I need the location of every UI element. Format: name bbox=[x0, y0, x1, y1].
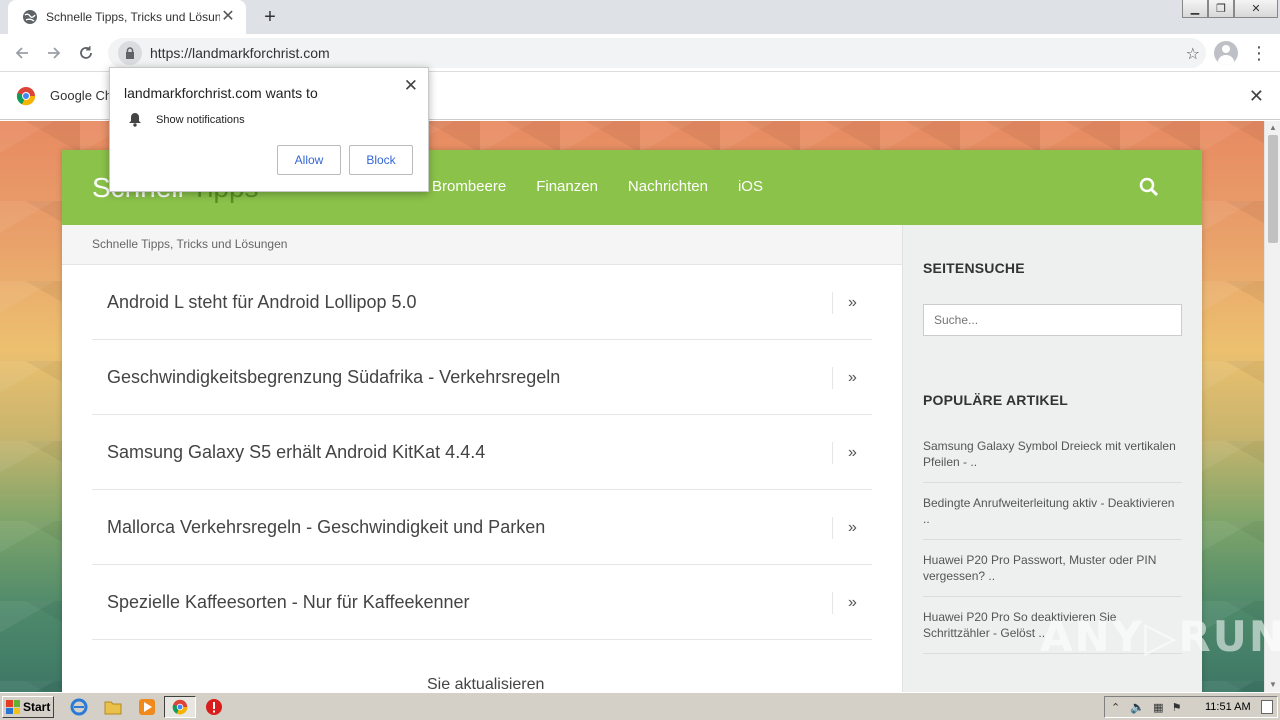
site-nav: Brombeere Finanzen Nachrichten iOS bbox=[432, 178, 763, 195]
permission-label: Show notifications bbox=[156, 113, 245, 126]
taskbar-chrome-button[interactable] bbox=[164, 696, 196, 718]
sidebar-search-input[interactable] bbox=[923, 304, 1182, 336]
article-title[interactable]: Spezielle Kaffeesorten - Nur für Kaffeek… bbox=[107, 592, 470, 613]
address-bar[interactable]: https://landmarkforchrist.com ☆ bbox=[108, 38, 1206, 68]
action-center-flag-icon[interactable]: ⚑ bbox=[1172, 701, 1182, 714]
popup-close-icon[interactable]: ✕ bbox=[404, 76, 418, 96]
double-chevron-right-icon[interactable]: » bbox=[832, 442, 872, 464]
close-window-button[interactable]: ✕ bbox=[1234, 0, 1278, 18]
forward-button[interactable] bbox=[42, 41, 66, 65]
list-tail-text: Sie aktualisieren bbox=[427, 676, 545, 692]
taskbar: Start ⌃ 🔈 ▦ ⚑ 11:51 AM bbox=[0, 692, 1280, 720]
window-controls: ▁ ❐ ✕ bbox=[1182, 0, 1278, 18]
reload-button[interactable] bbox=[74, 41, 98, 65]
list-item[interactable]: Geschwindigkeitsbegrenzung Südafrika - V… bbox=[92, 340, 872, 415]
popular-article-link[interactable]: Bedingte Anrufweiterleitung aktiv - Deak… bbox=[923, 483, 1182, 540]
nav-link-nachrichten[interactable]: Nachrichten bbox=[628, 178, 708, 195]
taskbar-clock[interactable]: 11:51 AM bbox=[1205, 701, 1251, 713]
watermark-logo: ANY▷RUN bbox=[1040, 612, 1280, 661]
chrome-logo-icon bbox=[16, 86, 36, 105]
volume-icon[interactable]: 🔈 bbox=[1130, 700, 1145, 714]
article-title[interactable]: Samsung Galaxy S5 erhält Android KitKat … bbox=[107, 442, 485, 463]
profile-avatar-icon[interactable] bbox=[1214, 41, 1238, 65]
tab-strip: Schnelle Tipps, Tricks und Lösungen ✕ + … bbox=[0, 0, 1280, 34]
bookmark-star-icon[interactable]: ☆ bbox=[1186, 44, 1200, 64]
network-icon[interactable]: ▦ bbox=[1153, 701, 1163, 714]
allow-button[interactable]: Allow bbox=[277, 145, 341, 175]
scroll-up-icon[interactable]: ▲ bbox=[1265, 121, 1280, 135]
nav-link-ios[interactable]: iOS bbox=[738, 178, 763, 195]
double-chevron-right-icon[interactable]: » bbox=[832, 292, 872, 314]
info-bar-text: Google Ch bbox=[50, 88, 113, 103]
list-item[interactable]: Samsung Galaxy S5 erhält Android KitKat … bbox=[92, 415, 872, 490]
scroll-thumb[interactable] bbox=[1268, 135, 1278, 243]
show-desktop-icon[interactable] bbox=[1261, 700, 1273, 714]
folder-icon[interactable] bbox=[104, 698, 122, 716]
notification-permission-popup: landmarkforchrist.com wants to ✕ Show no… bbox=[109, 67, 429, 192]
popup-title: landmarkforchrist.com wants to bbox=[124, 85, 318, 101]
tab-title: Schnelle Tipps, Tricks und Lösungen bbox=[46, 10, 220, 24]
bell-icon bbox=[129, 113, 141, 127]
block-button[interactable]: Block bbox=[349, 145, 413, 175]
page-viewport: Schnell Tipps Brombeere Finanzen Nachric… bbox=[0, 121, 1264, 692]
double-chevron-right-icon[interactable]: » bbox=[832, 367, 872, 389]
tab-close-icon[interactable]: ✕ bbox=[220, 9, 236, 25]
double-chevron-right-icon[interactable]: » bbox=[832, 592, 872, 614]
site-container: Schnell Tipps Brombeere Finanzen Nachric… bbox=[62, 150, 1202, 692]
url-text: https://landmarkforchrist.com bbox=[150, 45, 330, 61]
popular-article-link[interactable]: Huawei P20 Pro Passwort, Muster oder PIN… bbox=[923, 540, 1182, 597]
scroll-down-icon[interactable]: ▼ bbox=[1265, 678, 1280, 692]
page-scrollbar[interactable]: ▲ ▼ bbox=[1264, 121, 1280, 692]
chrome-icon bbox=[172, 699, 188, 715]
article-title[interactable]: Geschwindigkeitsbegrenzung Südafrika - V… bbox=[107, 367, 560, 388]
new-tab-button[interactable]: + bbox=[258, 6, 282, 28]
lock-icon[interactable] bbox=[118, 41, 142, 65]
reload-icon bbox=[80, 46, 92, 59]
globe-icon bbox=[22, 9, 38, 25]
media-player-icon[interactable] bbox=[138, 698, 156, 716]
minimize-button[interactable]: ▁ bbox=[1182, 0, 1208, 18]
restore-button[interactable]: ❐ bbox=[1208, 0, 1234, 18]
double-chevron-right-icon[interactable]: » bbox=[832, 517, 872, 539]
arrow-left-icon bbox=[15, 47, 28, 59]
article-title[interactable]: Android L steht für Android Lollipop 5.0 bbox=[107, 292, 417, 313]
start-button[interactable]: Start bbox=[2, 696, 54, 718]
popular-article-link[interactable]: Samsung Galaxy Symbol Dreieck mit vertik… bbox=[923, 426, 1182, 483]
menu-dots-icon[interactable]: ⋮ bbox=[1250, 41, 1268, 65]
browser-tab[interactable]: Schnelle Tipps, Tricks und Lösungen ✕ bbox=[8, 0, 246, 34]
back-button[interactable] bbox=[10, 41, 34, 65]
list-item[interactable]: Android L steht für Android Lollipop 5.0… bbox=[92, 265, 872, 340]
tray-expand-icon[interactable]: ⌃ bbox=[1111, 701, 1120, 714]
info-bar-close-icon[interactable]: ✕ bbox=[1249, 86, 1264, 107]
arrow-right-icon bbox=[48, 47, 61, 59]
security-alert-icon[interactable] bbox=[205, 698, 223, 716]
system-tray: ⌃ 🔈 ▦ ⚑ 11:51 AM bbox=[1104, 696, 1278, 718]
permission-row: Show notifications bbox=[128, 112, 245, 127]
list-item[interactable]: Spezielle Kaffeesorten - Nur für Kaffeek… bbox=[92, 565, 872, 640]
internet-explorer-icon[interactable] bbox=[70, 698, 88, 716]
sidebar-search-heading: SEITENSUCHE bbox=[923, 260, 1025, 276]
breadcrumb: Schnelle Tipps, Tricks und Lösungen bbox=[62, 225, 902, 265]
popular-articles-heading: POPULÄRE ARTIKEL bbox=[923, 392, 1069, 408]
windows-flag-icon bbox=[6, 700, 20, 714]
article-title[interactable]: Mallorca Verkehrsregeln - Geschwindigkei… bbox=[107, 517, 545, 538]
start-label: Start bbox=[23, 700, 51, 714]
nav-link-brombeere[interactable]: Brombeere bbox=[432, 178, 506, 195]
nav-link-finanzen[interactable]: Finanzen bbox=[536, 178, 598, 195]
article-list: Android L steht für Android Lollipop 5.0… bbox=[92, 265, 872, 640]
search-icon[interactable] bbox=[1138, 176, 1160, 198]
list-item[interactable]: Mallorca Verkehrsregeln - Geschwindigkei… bbox=[92, 490, 872, 565]
